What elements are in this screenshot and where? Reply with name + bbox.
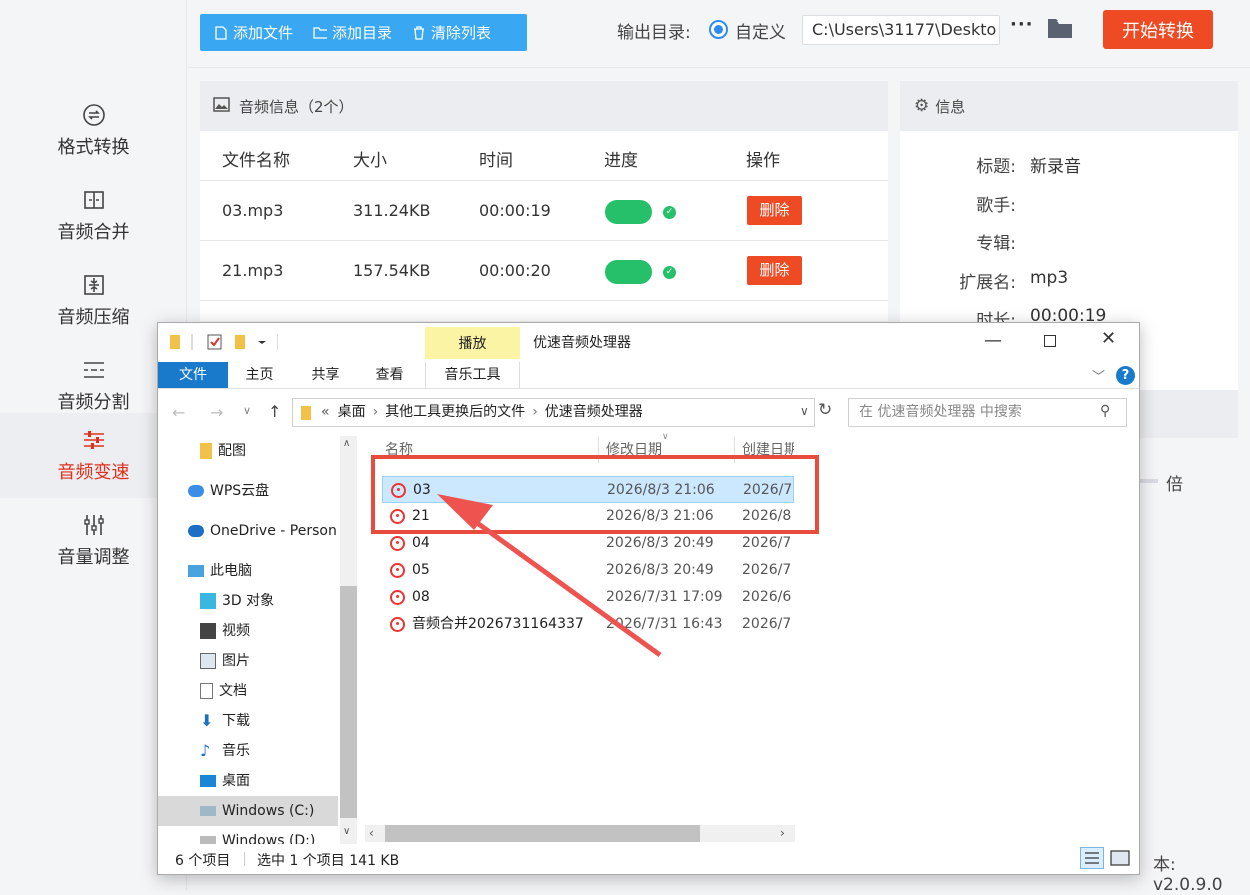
annotation-overlay xyxy=(371,455,819,658)
highlight-box xyxy=(371,455,819,534)
pointer-arrow-head xyxy=(437,494,493,530)
